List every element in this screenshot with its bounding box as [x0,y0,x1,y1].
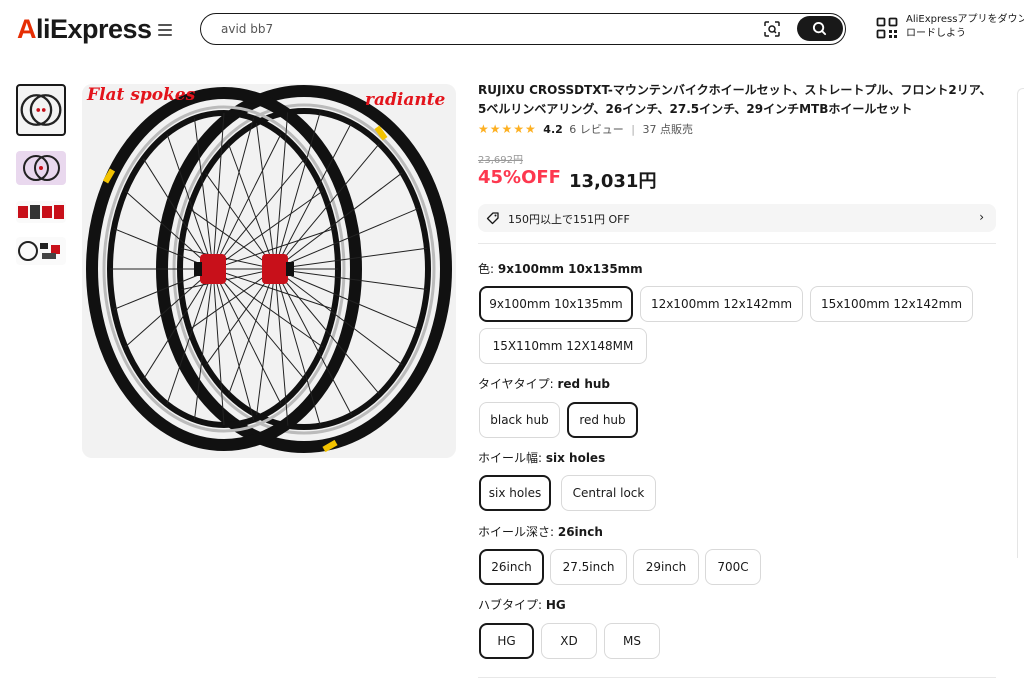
sold-count: 37 点販売 [642,123,694,136]
option-xd[interactable]: XD [541,623,597,659]
option-color-15x100[interactable]: 15x100mm 12x142mm [810,286,973,322]
product-title: RUJIXU CROSSDTXT-マウンテンバイクホイールセット、ストレートプル… [478,83,992,116]
rating-score: 4.2 [543,123,563,136]
thumbnail-2[interactable] [16,151,66,185]
option-hg[interactable]: HG [479,623,534,659]
option-red-hub[interactable]: red hub [567,402,638,438]
option-label-tire-type: タイヤタイプ: red hub [478,377,610,391]
wheel-thumbnail-image [23,155,60,181]
option-central-lock[interactable]: Central lock [561,475,656,511]
image-search-icon[interactable] [763,20,781,38]
coupon-banner[interactable]: 150円以上で151円 OFF › [478,204,996,232]
search-icon [812,21,827,36]
option-color-12x100[interactable]: 12x100mm 12x142mm [640,286,803,322]
header: AliExpress AliExpressアプリをダウン ロードしよ [0,0,1024,60]
rating-row: ★★★★★ 4.2 6 レビュー | 37 点販売 [478,121,693,137]
search-bar [200,13,846,45]
option-color-9x100[interactable]: 9x100mm 10x135mm [479,286,633,322]
option-color-15x110[interactable]: 15X110mm 12X148MM [479,328,647,364]
parts-thumbnail-image [18,241,60,261]
image-label-right: radiante [365,90,446,110]
option-29inch[interactable]: 29inch [633,549,699,585]
hub-thumbnail-image [18,205,64,219]
option-label-color: 色: 9x100mm 10x135mm [478,262,643,276]
discount-badge: 45%OFF [478,167,561,188]
option-black-hub[interactable]: black hub [479,402,560,438]
app-promo-text: AliExpressアプリをダウン ロードしよう [906,13,1024,41]
review-count[interactable]: 6 レビュー [569,123,624,136]
sale-price: 13,031円 [569,171,657,192]
side-panel-edge [1017,88,1024,558]
search-button[interactable] [797,16,843,41]
app-promo-line1: AliExpressアプリをダウン [906,14,1024,25]
thumbnail-4[interactable] [16,237,66,265]
thumbnail-1[interactable] [16,84,66,136]
option-label-wheel-depth: ホイール深さ: 26inch [478,525,603,539]
option-label-hub-type: ハブタイプ: HG [478,598,566,612]
wheel-thumbnail-image [20,94,62,126]
option-six-holes[interactable]: six holes [479,475,551,511]
tag-icon [486,212,499,225]
main-product-image[interactable]: Flat spokes radiante [82,84,456,458]
menu-icon[interactable] [158,24,172,38]
app-promo-line2: ロードしよう [906,28,966,39]
option-27-5inch[interactable]: 27.5inch [550,549,627,585]
option-label-wheel-width: ホイール幅: six holes [478,451,606,465]
coupon-text: 150円以上で151円 OFF [508,213,630,226]
thumbnail-3[interactable] [16,201,66,223]
aliexpress-logo[interactable]: AliExpress [17,14,152,45]
wheelset-image [86,85,452,453]
option-700c[interactable]: 700C [705,549,761,585]
chevron-right-icon: › [979,210,984,224]
original-price: 23,692円 [478,155,523,166]
divider [478,677,996,678]
rating-separator: | [631,123,636,136]
image-label-left: Flat spokes [87,85,196,105]
qr-code-icon [876,17,898,39]
divider [478,243,996,244]
search-input[interactable] [221,20,741,38]
option-26inch[interactable]: 26inch [479,549,544,585]
star-rating-icon: ★★★★★ [478,122,537,136]
option-ms[interactable]: MS [604,623,660,659]
